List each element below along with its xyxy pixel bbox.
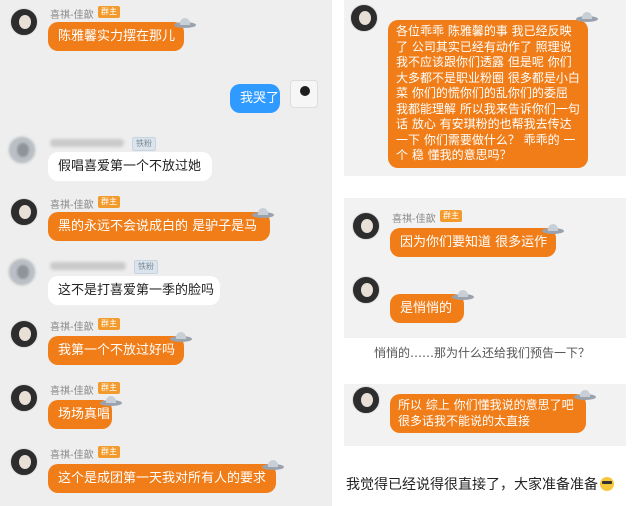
avatar[interactable] — [10, 320, 38, 348]
ufo-icon — [174, 18, 196, 28]
ufo-icon — [170, 332, 192, 342]
message-bubble[interactable]: 假唱喜爱第一个不放过她 — [48, 152, 212, 181]
sender-name: 喜祺-佳歆 — [50, 450, 94, 461]
blurred-sender-name — [50, 139, 124, 147]
message-bubble[interactable]: 这不是打喜爱第一季的脸吗 — [48, 276, 220, 305]
blurred-sender-name — [50, 262, 126, 270]
ufo-icon — [574, 390, 596, 400]
avatar[interactable] — [8, 258, 36, 286]
chat-panel-right-middle: 喜祺-佳歆 群主 因为你们要知道 很多运作 是悄悄的 — [344, 198, 626, 338]
message-bubble[interactable]: 各位乖乖 陈雅馨的事 我已经反映了 公司其实已经有动作了 照理说 我不应该跟你们… — [388, 20, 588, 168]
avatar[interactable] — [352, 386, 380, 414]
caption-text: 悄悄的……那为什么还给我们预告一下？ — [374, 346, 591, 360]
avatar[interactable] — [350, 4, 378, 32]
fan-badge: 铁粉 — [134, 260, 158, 274]
chat-panel-left: 喜祺-佳歆 群主 陈雅馨实力摆在那儿 我哭了 铁粉 假唱喜爱第一个不放过她 喜祺… — [0, 0, 332, 506]
chat-panel-right-bottom: 所以 综上 你们懂我说的意思了吧 很多话我不能说的太直接 — [344, 384, 626, 446]
ufo-icon — [576, 12, 598, 22]
avatar[interactable] — [352, 276, 380, 304]
message-bubble[interactable]: 因为你们要知道 很多运作 — [390, 228, 556, 257]
sender-name: 喜祺-佳歆 — [392, 214, 436, 225]
message-bubble[interactable]: 黑的永远不会说成白的 是驴子是马 — [48, 212, 270, 241]
owner-badge: 群主 — [440, 210, 462, 222]
owner-badge: 群主 — [98, 6, 120, 18]
my-message-bubble[interactable]: 我哭了 — [230, 84, 280, 113]
sender-name: 喜祺-佳歆 — [50, 322, 94, 333]
sunglasses-emoji-icon — [600, 477, 614, 491]
message-bubble[interactable]: 这个是成团第一天我对所有人的要求 — [48, 464, 276, 493]
owner-badge: 群主 — [98, 446, 120, 458]
ufo-icon — [252, 208, 274, 218]
ufo-icon — [100, 396, 122, 406]
fan-badge: 铁粉 — [132, 137, 156, 151]
avatar[interactable] — [8, 136, 36, 164]
ufo-icon — [262, 460, 284, 470]
avatar[interactable] — [10, 8, 38, 36]
owner-badge: 群主 — [98, 318, 120, 330]
avatar[interactable] — [10, 198, 38, 226]
chat-panel-right-top: 各位乖乖 陈雅馨的事 我已经反映了 公司其实已经有动作了 照理说 我不应该跟你们… — [344, 0, 626, 176]
sender-name: 喜祺-佳歆 — [50, 386, 94, 397]
footer-text-label: 我觉得已经说得很直接了，大家准备准备 — [346, 477, 598, 493]
avatar[interactable] — [10, 384, 38, 412]
owner-badge: 群主 — [98, 196, 120, 208]
footer-text: 我觉得已经说得很直接了，大家准备准备 — [346, 474, 614, 494]
owner-badge: 群主 — [98, 382, 120, 394]
sender-name: 喜祺-佳歆 — [50, 200, 94, 211]
sender-name: 喜祺-佳歆 — [50, 10, 94, 21]
ufo-icon — [452, 290, 474, 300]
message-bubble[interactable]: 所以 综上 你们懂我说的意思了吧 很多话我不能说的太直接 — [390, 394, 586, 433]
ufo-icon — [542, 224, 564, 234]
message-bubble[interactable]: 我第一个不放过好吗 — [48, 336, 184, 365]
message-bubble[interactable]: 陈雅馨实力摆在那儿 — [48, 22, 184, 51]
avatar[interactable] — [10, 448, 38, 476]
my-avatar[interactable] — [290, 80, 318, 108]
avatar[interactable] — [352, 212, 380, 240]
